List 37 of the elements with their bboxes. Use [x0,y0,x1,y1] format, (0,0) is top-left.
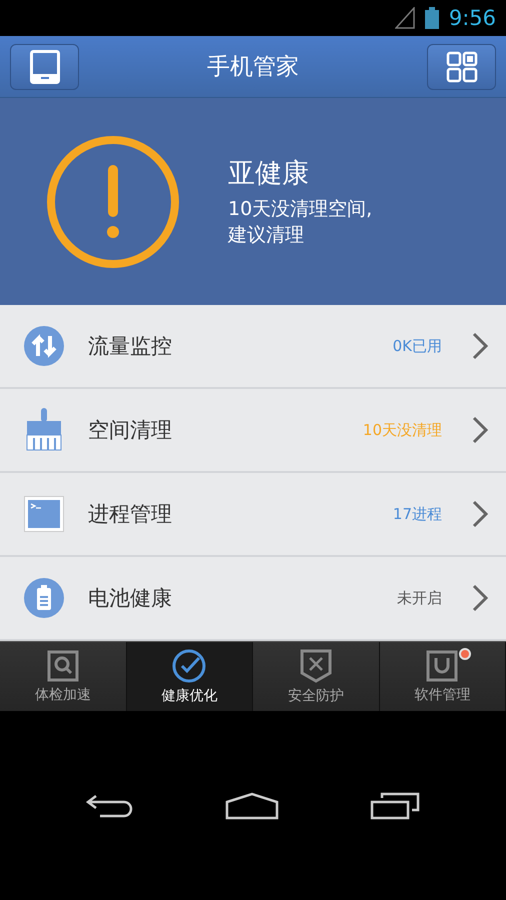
phone-button[interactable] [10,44,79,90]
grid-icon [446,50,478,82]
chevron-icon [472,584,488,612]
tab[interactable]: 体检加速 [0,642,126,711]
app-title: 手机管家 [207,53,299,82]
search-icon [46,650,79,682]
item-label: 电池健康 [88,585,173,612]
item-label: 流量监控 [88,333,173,360]
item-value: 0K已用 [392,336,442,356]
item-value: 10天没清理 [362,420,442,440]
warning-icon [46,134,180,268]
bag-icon [426,650,458,682]
tab[interactable]: 软件管理 [380,642,506,711]
clock-time: 9:56 [448,6,496,30]
battery-icon [23,577,65,619]
item-value: 未开启 [397,588,442,608]
arrows-icon [23,325,65,367]
tablet-icon [30,50,60,84]
recent-apps-button[interactable] [370,792,420,820]
terminal-icon [24,496,64,532]
chevron-icon [472,500,488,528]
home-button[interactable] [224,792,279,820]
item-label: 空间清理 [88,417,173,444]
check-circle-icon [172,648,206,682]
signal-icon [394,7,415,29]
shield-icon [300,648,332,682]
chevron-icon [472,332,488,360]
health-status: 亚健康 [228,156,310,191]
grid-button[interactable] [427,44,496,90]
tab[interactable]: 安全防护 [253,642,380,711]
item-label: 进程管理 [88,501,173,528]
item-value: 17进程 [392,504,442,524]
battery-icon [424,7,439,29]
brush-icon [26,408,62,452]
chevron-icon [472,416,488,444]
health-message: 10天没清理空间, 建议清理 [228,196,372,248]
tab[interactable]: 健康优化 [126,642,253,711]
